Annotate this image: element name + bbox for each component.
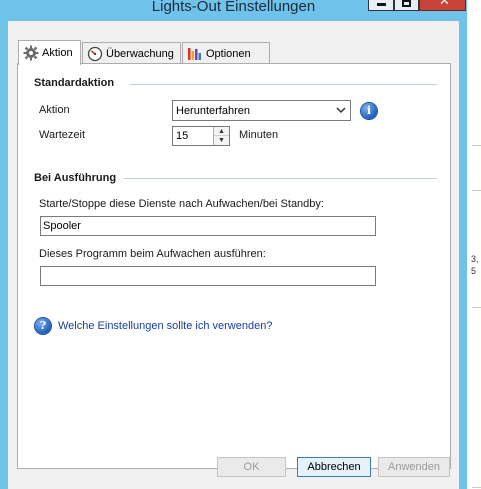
minimize-button[interactable] — [368, 0, 394, 11]
tab-aktion-label: Aktion — [42, 47, 73, 59]
gauge-icon — [87, 46, 103, 62]
gear-icon — [23, 45, 39, 61]
dienste-input[interactable]: Spooler — [40, 216, 376, 236]
background-window-edge: 3, 5 — [467, 0, 481, 489]
background-text: 5 — [471, 266, 477, 276]
background-divider — [472, 190, 481, 191]
help-icon[interactable]: ? — [35, 318, 51, 334]
wartezeit-value: 15 — [176, 130, 189, 142]
section-divider — [130, 84, 437, 85]
cancel-button[interactable]: Abbrechen — [297, 457, 371, 477]
aktion-selected-value: Herunterfahren — [176, 104, 250, 117]
maximize-icon — [402, 0, 411, 7]
background-divider — [472, 307, 481, 308]
tab-aktion[interactable]: Aktion — [18, 40, 81, 65]
background-divider — [472, 487, 481, 488]
info-icon[interactable]: i — [361, 103, 377, 119]
tab-ueberwachung-label: Überwachung — [106, 47, 174, 60]
section-title-ausfuehrung: Bei Ausführung — [34, 172, 117, 184]
title-bar[interactable]: Lights-Out Einstellungen ✕ — [0, 0, 467, 18]
stepper-up-icon[interactable]: ▲ — [214, 127, 229, 136]
dialog-window: Lights-Out Einstellungen ✕ Aktion Überwa… — [0, 0, 467, 489]
minimize-icon — [377, 3, 386, 6]
programm-label: Dieses Programm beim Aufwachen ausführen… — [39, 248, 266, 260]
wartezeit-label: Wartezeit — [39, 129, 86, 141]
dienste-value: Spooler — [43, 220, 81, 232]
aktion-dropdown[interactable]: Herunterfahren — [172, 100, 351, 121]
tab-panel-aktion: Standardaktion Aktion Herunterfahren i W… — [17, 63, 451, 469]
tab-ueberwachung[interactable]: Überwachung — [82, 42, 181, 64]
programm-input[interactable] — [40, 266, 376, 286]
section-title-standardaktion: Standardaktion — [34, 77, 115, 89]
wartezeit-stepper[interactable]: 15 ▲ ▼ — [172, 126, 230, 146]
dialog-client-area: Aktion Überwachung Optionen Standardakti… — [8, 21, 459, 489]
dienste-label: Starte/Stoppe diese Dienste nach Aufwach… — [39, 198, 324, 210]
section-divider — [124, 178, 437, 179]
bar-chart-icon — [187, 46, 203, 62]
apply-button[interactable]: Anwenden — [378, 457, 450, 477]
stepper-buttons: ▲ ▼ — [213, 127, 229, 145]
aktion-label: Aktion — [39, 104, 70, 116]
background-text: 3, — [471, 254, 479, 264]
ok-button[interactable]: OK — [217, 457, 286, 477]
tab-optionen[interactable]: Optionen — [182, 42, 270, 64]
chevron-down-icon — [335, 104, 347, 116]
help-link[interactable]: Welche Einstellungen sollte ich verwende… — [58, 320, 272, 332]
stepper-down-icon[interactable]: ▼ — [214, 136, 229, 145]
wartezeit-unit: Minuten — [239, 129, 279, 141]
background-divider — [472, 145, 481, 146]
close-button[interactable]: ✕ — [419, 0, 466, 11]
maximize-button[interactable] — [394, 0, 419, 11]
close-icon: ✕ — [439, 0, 450, 9]
tab-optionen-label: Optionen — [206, 47, 251, 60]
